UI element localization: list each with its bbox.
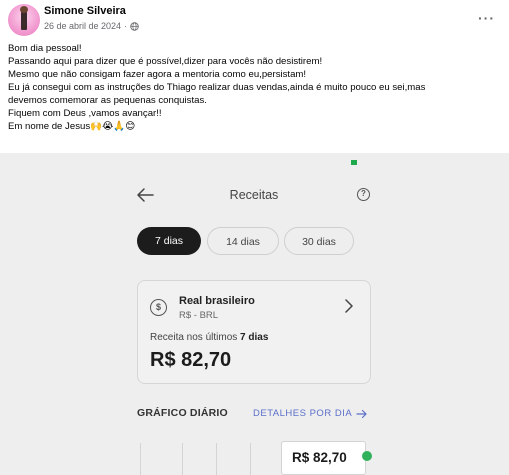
currency-code: R$ - BRL: [179, 310, 219, 321]
post-line: devemos comemorar as pequenas conquistas…: [8, 95, 207, 106]
revenue-value: R$ 82,70: [150, 349, 232, 371]
back-arrow-icon[interactable]: [136, 187, 154, 203]
chart-data-point[interactable]: [362, 451, 372, 461]
post-line: Em nome de Jesus🙌😭🙏😊: [8, 121, 136, 132]
chart-gridline: [216, 443, 217, 475]
post-date[interactable]: 26 de abril de 2024: [44, 21, 121, 31]
period-chip-7[interactable]: 7 dias: [137, 227, 201, 255]
chart-gridline: [250, 443, 251, 475]
revenue-card[interactable]: $ Real brasileiro R$ - BRL Receita nos ú…: [137, 280, 371, 384]
post-meta: 26 de abril de 2024 ·: [44, 21, 139, 31]
currency-name: Real brasileiro: [179, 295, 255, 307]
details-by-day-link[interactable]: DETALHES POR DIA: [253, 408, 368, 419]
attached-screenshot[interactable]: Receitas ? 7 dias 14 dias 30 dias $ Real…: [0, 153, 509, 475]
chart-gridline: [140, 443, 141, 475]
post-line: Fiquem com Deus ,vamos avançar!!: [8, 108, 162, 119]
status-indicator: [351, 160, 357, 165]
more-options-button[interactable]: ···: [478, 10, 495, 26]
post-line: Mesmo que não consigam fazer agora a men…: [8, 69, 307, 80]
post-body: Bom dia pessoal! Passando aqui para dize…: [8, 42, 503, 133]
chart-heading: GRÁFICO DIÁRIO: [137, 407, 228, 419]
globe-icon: [130, 21, 139, 31]
post-line: Eu já consegui com as instruções do Thia…: [8, 82, 426, 93]
screen-title: Receitas: [229, 188, 279, 202]
chart-gridline: [182, 443, 183, 475]
currency-icon: $: [150, 299, 167, 316]
period-chip-30[interactable]: 30 dias: [284, 227, 354, 255]
chart-tooltip: R$ 82,70: [281, 441, 366, 475]
period-chip-14[interactable]: 14 dias: [207, 227, 279, 255]
post-header: Simone Silveira 26 de abril de 2024 · ··…: [0, 0, 509, 40]
help-icon[interactable]: ?: [357, 188, 370, 201]
post-line: Passando aqui para dizer que é possível,…: [8, 56, 323, 67]
avatar[interactable]: [8, 4, 40, 36]
chevron-right-icon[interactable]: [344, 299, 354, 313]
post-line: Bom dia pessoal!: [8, 43, 82, 54]
author-name[interactable]: Simone Silveira: [44, 5, 126, 17]
arrow-right-icon: [356, 409, 367, 418]
revenue-label: Receita nos últimos 7 dias: [150, 332, 269, 343]
